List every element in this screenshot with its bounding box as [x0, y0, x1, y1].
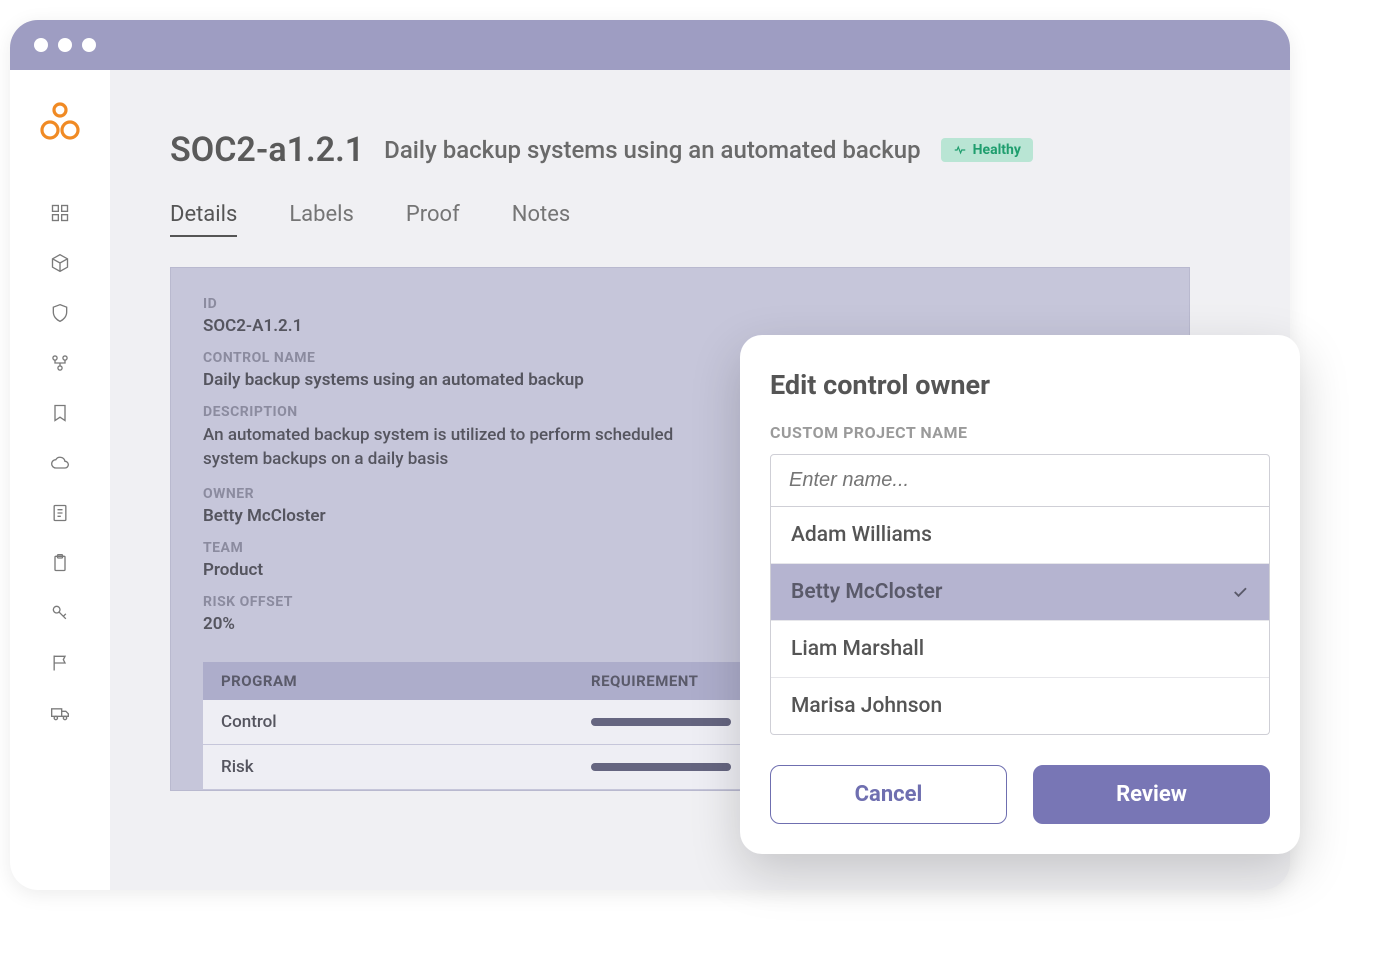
- requirement-bar: [591, 763, 731, 771]
- control-title: Daily backup systems using an automated …: [384, 136, 920, 164]
- requirement-bar: [591, 718, 731, 726]
- tab-notes[interactable]: Notes: [512, 202, 570, 237]
- tab-proof[interactable]: Proof: [406, 202, 460, 237]
- document-icon[interactable]: [49, 502, 71, 524]
- truck-icon[interactable]: [49, 702, 71, 724]
- branch-icon[interactable]: [49, 352, 71, 374]
- window-dot[interactable]: [34, 38, 48, 52]
- package-icon[interactable]: [49, 252, 71, 274]
- owner-option[interactable]: Marisa Johnson: [771, 677, 1269, 734]
- owner-name-input[interactable]: [770, 454, 1270, 507]
- flag-icon[interactable]: [49, 652, 71, 674]
- dashboard-icon[interactable]: [49, 202, 71, 224]
- modal-title: Edit control owner: [770, 369, 1270, 401]
- owner-option[interactable]: Betty McCloster: [771, 563, 1269, 620]
- status-text: Healthy: [973, 142, 1021, 158]
- option-label: Adam Williams: [791, 523, 932, 547]
- tab-labels[interactable]: Labels: [289, 202, 354, 237]
- shield-icon[interactable]: [49, 302, 71, 324]
- key-icon[interactable]: [49, 602, 71, 624]
- value-description: An automated backup system is utilized t…: [203, 424, 703, 472]
- window-dot[interactable]: [82, 38, 96, 52]
- tab-details[interactable]: Details: [170, 202, 237, 237]
- option-label: Liam Marshall: [791, 637, 924, 661]
- status-badge: Healthy: [941, 138, 1033, 162]
- option-label: Marisa Johnson: [791, 694, 942, 718]
- modal-field-label: CUSTOM PROJECT NAME: [770, 423, 1270, 442]
- td-program: Control: [221, 712, 591, 732]
- owner-option[interactable]: Adam Williams: [771, 507, 1269, 563]
- tabs: Details Labels Proof Notes: [170, 202, 1250, 237]
- check-icon: [1231, 583, 1249, 601]
- td-program: Risk: [221, 757, 591, 777]
- owner-options-list: Adam Williams Betty McCloster Liam Marsh…: [770, 507, 1270, 735]
- window-dot[interactable]: [58, 38, 72, 52]
- control-code: SOC2-a1.2.1: [170, 130, 364, 170]
- option-label: Betty McCloster: [791, 580, 943, 604]
- label-id: ID: [203, 296, 1157, 312]
- heart-pulse-icon: [953, 143, 967, 157]
- app-logo-icon: [38, 100, 82, 144]
- cancel-button[interactable]: Cancel: [770, 765, 1007, 824]
- edit-owner-modal: Edit control owner CUSTOM PROJECT NAME A…: [740, 335, 1300, 854]
- owner-option[interactable]: Liam Marshall: [771, 620, 1269, 677]
- cloud-icon[interactable]: [49, 452, 71, 474]
- clipboard-icon[interactable]: [49, 552, 71, 574]
- sidebar: [10, 70, 110, 890]
- bookmark-icon[interactable]: [49, 402, 71, 424]
- review-button[interactable]: Review: [1033, 765, 1270, 824]
- window-titlebar: [10, 20, 1290, 70]
- th-program: PROGRAM: [221, 672, 591, 690]
- value-id: SOC2-A1.2.1: [203, 316, 1157, 336]
